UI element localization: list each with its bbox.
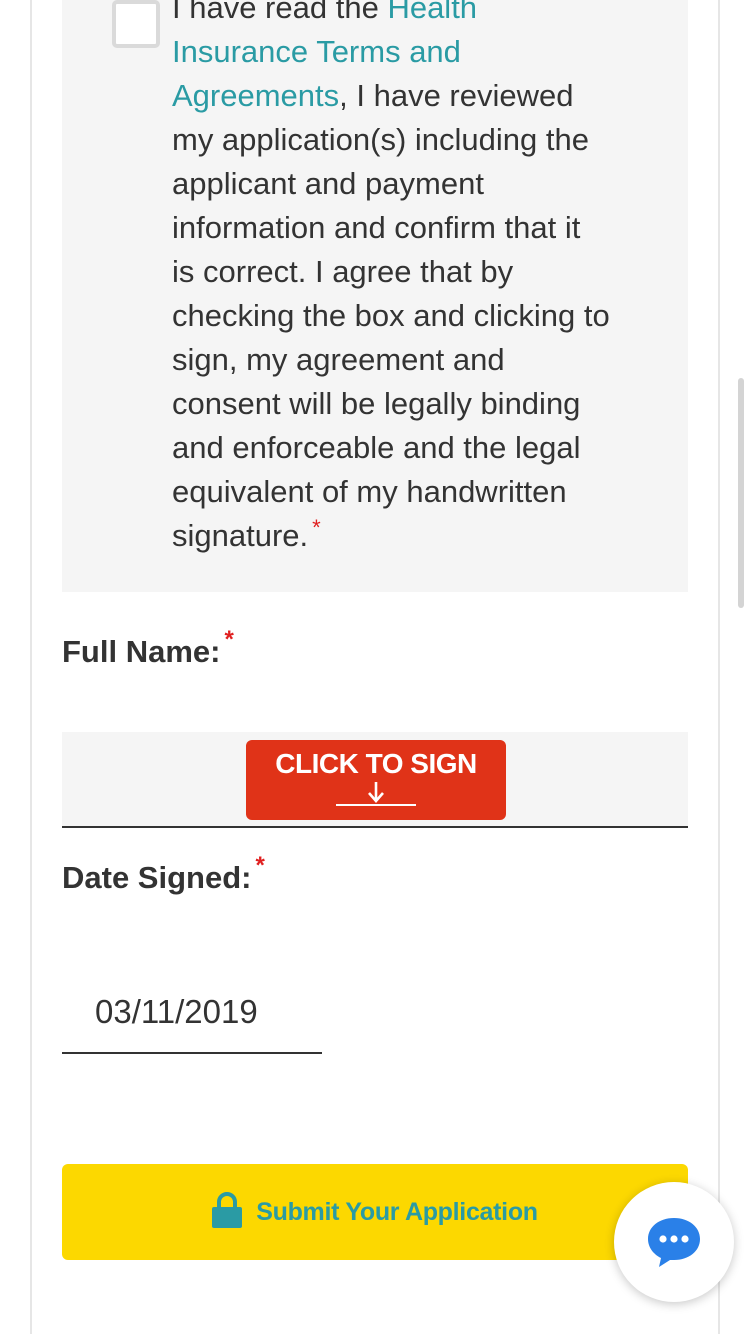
required-marker: *	[255, 851, 265, 879]
agreement-text-after: , I have reviewed my application(s) incl…	[172, 78, 610, 553]
scrollbar[interactable]	[738, 378, 744, 608]
agreement-text: I have read the Health Insurance Terms a…	[172, 0, 610, 558]
submit-button-label: Submit Your Application	[256, 1197, 538, 1226]
chat-button[interactable]	[614, 1182, 734, 1302]
agreement-text-before: I have read the	[172, 0, 388, 25]
submit-application-button[interactable]: Submit Your Application	[62, 1164, 688, 1260]
required-marker: *	[224, 625, 234, 653]
date-signed-input[interactable]	[62, 972, 322, 1054]
chat-bubble-icon	[648, 1218, 700, 1267]
click-to-sign-button[interactable]: CLICK TO SIGN	[246, 740, 506, 820]
required-marker: *	[312, 514, 321, 540]
agreement-checkbox[interactable]	[112, 0, 160, 48]
signature-field: CLICK TO SIGN	[62, 732, 688, 828]
arrow-down-icon	[336, 780, 416, 806]
full-name-label-text: Full Name:	[62, 634, 221, 669]
sign-button-label: CLICK TO SIGN	[275, 748, 477, 779]
full-name-label: Full Name: *	[62, 627, 234, 670]
date-signed-label-text: Date Signed:	[62, 860, 252, 895]
lock-icon	[212, 1192, 243, 1228]
date-signed-label: Date Signed: *	[62, 853, 265, 896]
